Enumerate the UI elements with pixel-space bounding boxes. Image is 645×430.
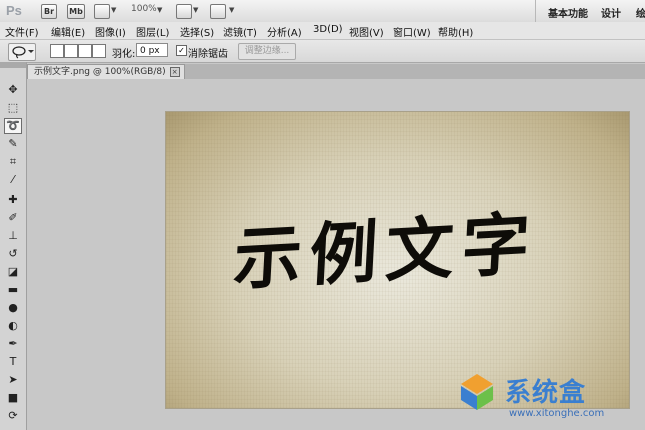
antialias-checkbox[interactable]: ✓ [176,45,187,56]
watermark-url: www.xitonghe.com [509,408,605,419]
eyedropper-icon[interactable]: ⁄ [4,172,22,188]
refine-edge-button[interactable]: 调整边缘... [238,43,296,60]
workspace-separator [535,0,536,22]
workspace-design[interactable]: 设计 [601,5,621,20]
arrange-caret-icon[interactable]: ▼ [193,6,198,14]
tool-preset-picker[interactable] [8,43,36,61]
watermark-logo-icon [461,374,493,410]
screen-mode-icon[interactable] [210,4,226,19]
photoshop-logo[interactable]: Ps [6,3,22,18]
workspace-painting[interactable]: 绘 [636,5,645,20]
rectangle-shape-icon[interactable]: ■ [4,390,22,406]
zoom-caret-icon[interactable]: ▼ [157,6,162,14]
feather-label: 羽化: [112,49,136,60]
menu-edit[interactable]: 编辑(E) [51,24,85,39]
menu-help[interactable]: 帮助(H) [438,24,473,39]
minibridge-button[interactable]: Mb [67,4,85,19]
move-icon[interactable]: ✥ [4,82,22,98]
subtract-selection-icon[interactable] [78,44,92,58]
antialias-label: 消除锯齿 [188,49,228,60]
bridge-button[interactable]: Br [41,4,57,19]
clone-stamp-icon[interactable]: ⊥ [4,228,22,244]
path-select-icon[interactable]: ➤ [4,372,22,388]
menu-image[interactable]: 图像(I) [95,24,126,39]
tools-panel: ✥ ⬚ ➰ ✎ ⌗ ⁄ ✚ ✐ ⊥ ↺ ◪ ▬ ● ◐ ✒ T ➤ ■ ⟳ [0,62,27,430]
menu-analysis[interactable]: 分析(A) [267,24,302,39]
screen-mode-caret-icon[interactable]: ▼ [229,6,234,14]
spot-heal-icon[interactable]: ✚ [4,192,22,208]
document-image[interactable]: 示例文字 [166,112,629,408]
lasso-icon [12,46,34,59]
menu-file[interactable]: 文件(F) [5,24,39,39]
zoom-level[interactable]: 100% [131,4,157,14]
lasso-icon[interactable]: ➰ [4,118,22,134]
add-to-selection-icon[interactable] [64,44,78,58]
menu-select[interactable]: 选择(S) [180,24,214,39]
rect-marquee-icon[interactable]: ⬚ [4,100,22,116]
menu-view[interactable]: 视图(V) [349,24,384,39]
view-extras-caret-icon[interactable]: ▼ [111,6,116,14]
new-selection-icon[interactable] [50,44,64,58]
options-bar: 羽化: 0 px ✓ 消除锯齿 调整边缘... [0,40,645,63]
eraser-icon[interactable]: ◪ [4,264,22,280]
menu-layer[interactable]: 图层(L) [136,24,169,39]
feather-input[interactable]: 0 px [136,43,168,57]
document-tab[interactable]: 示例文字.png @ 100%(RGB/8) × [27,64,185,79]
menu-window[interactable]: 窗口(W) [393,24,431,39]
3d-rotate-icon[interactable]: ⟳ [4,408,22,424]
tools-panel-grip[interactable] [0,62,26,68]
intersect-selection-icon[interactable] [92,44,106,58]
history-brush-icon[interactable]: ↺ [4,246,22,262]
document-tab-bar: 示例文字.png @ 100%(RGB/8) × [27,64,645,79]
quick-select-icon[interactable]: ✎ [4,136,22,152]
blur-icon[interactable]: ● [4,300,22,316]
dodge-icon[interactable]: ◐ [4,318,22,334]
crop-icon[interactable]: ⌗ [4,154,22,170]
watermark-name: 系统盒 [505,378,587,408]
menu-filter[interactable]: 滤镜(T) [223,24,257,39]
application-bar: Ps Br Mb ▼ 100% ▼ ▼ ▼ 基本功能 设计 绘 [0,0,645,23]
type-icon[interactable]: T [4,354,22,370]
document-tab-title: 示例文字.png @ 100%(RGB/8) [34,67,166,77]
workspace-essentials[interactable]: 基本功能 [548,5,588,20]
close-icon[interactable]: × [169,67,180,77]
view-extras-icon[interactable] [94,4,110,19]
artwork-text: 示例文字 [231,203,540,301]
menu-3d[interactable]: 3D(D) [313,24,343,35]
brush-icon[interactable]: ✐ [4,210,22,226]
menu-bar: 文件(F) 编辑(E) 图像(I) 图层(L) 选择(S) 滤镜(T) 分析(A… [0,22,645,40]
arrange-documents-icon[interactable] [176,4,192,19]
site-watermark: 系统盒 www.xitonghe.com [455,368,645,430]
gradient-icon[interactable]: ▬ [4,282,22,298]
pen-icon[interactable]: ✒ [4,336,22,352]
